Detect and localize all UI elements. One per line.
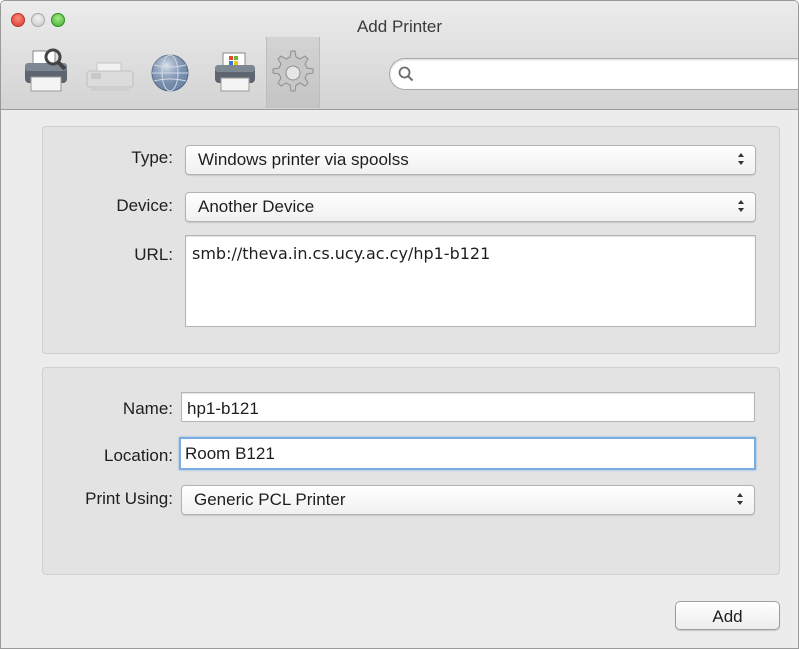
popup-arrows-icon — [738, 153, 744, 165]
device-value: Another Device — [198, 197, 315, 216]
name-field[interactable]: hp1-b121 — [181, 392, 755, 422]
type-popup[interactable]: Windows printer via spoolss — [185, 145, 756, 175]
default-printer-icon[interactable] — [21, 47, 73, 99]
window-title: Add Printer — [356, 17, 443, 36]
title-bar: Add Printer — [1, 1, 798, 110]
location-label: Location: — [104, 446, 173, 465]
device-popup[interactable]: Another Device — [185, 192, 756, 222]
location-field[interactable]: Room B121 — [179, 437, 756, 470]
search-field[interactable] — [389, 58, 798, 90]
ip-globe-icon[interactable] — [146, 47, 198, 99]
type-value: Windows printer via spoolss — [198, 150, 409, 169]
details-panel: Name: hp1-b121 Location: Room B121 Print… — [42, 367, 780, 575]
url-label: URL: — [134, 245, 173, 264]
connection-panel: Type: Windows printer via spoolss Device… — [42, 126, 780, 354]
advanced-gear-icon[interactable] — [266, 37, 320, 108]
name-label: Name: — [122, 399, 173, 418]
windows-printer-icon[interactable] — [209, 47, 261, 99]
fax-icon[interactable] — [83, 47, 135, 99]
device-label: Device: — [116, 196, 173, 215]
popup-arrows-icon — [738, 200, 744, 212]
url-field[interactable]: smb://theva.in.cs.ucy.ac.cy/hp1-b121 — [185, 235, 756, 327]
add-printer-window: Add Printer Type: Windows printer via sp… — [0, 0, 799, 649]
print-using-popup[interactable]: Generic PCL Printer — [181, 485, 755, 515]
print-using-label: Print Using: — [85, 489, 173, 508]
print-using-value: Generic PCL Printer — [194, 490, 346, 509]
popup-arrows-icon — [737, 493, 743, 505]
add-button[interactable]: Add — [675, 601, 780, 630]
search-icon — [398, 66, 414, 82]
type-label: Type: — [131, 148, 173, 167]
